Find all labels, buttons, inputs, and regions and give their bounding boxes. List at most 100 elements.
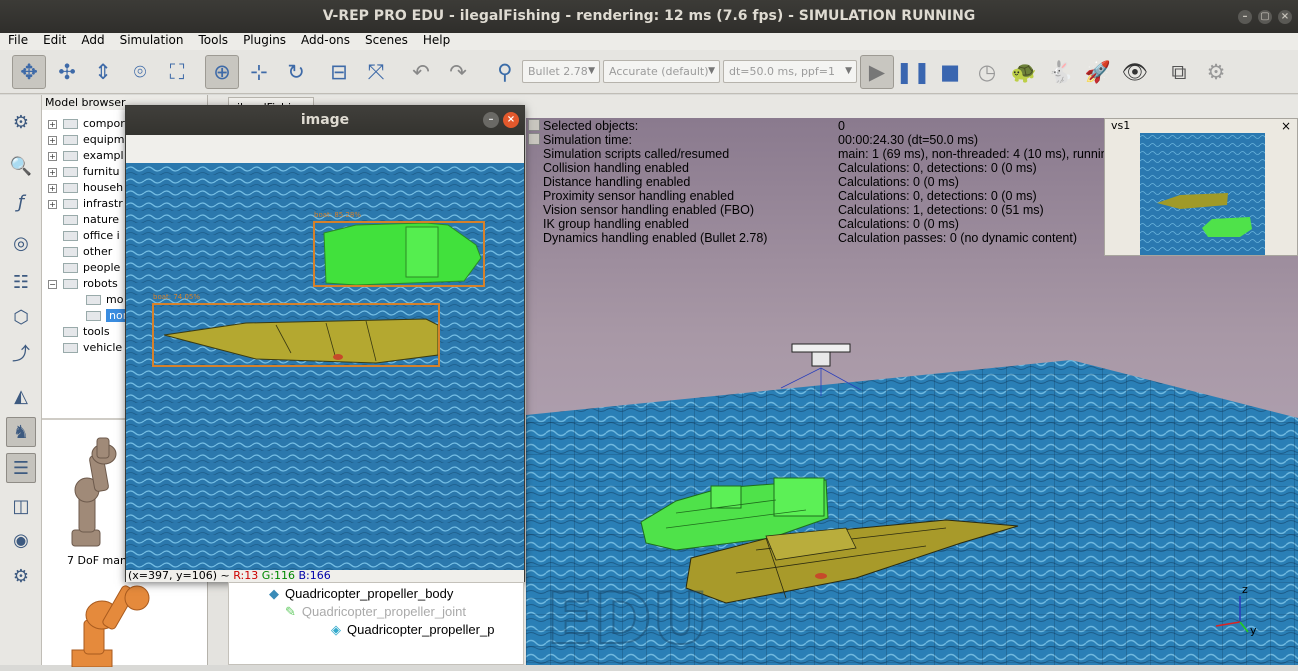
page-selector-icon[interactable]: ⧉	[1162, 55, 1196, 89]
camera-rotate-icon[interactable]: ✣	[50, 55, 84, 89]
folder-icon	[63, 343, 78, 353]
tree-item[interactable]: ◆ Quadricopter_propeller_body	[269, 585, 453, 603]
model-folder-label: vehicle	[83, 341, 123, 354]
video-recorder-icon[interactable]: ◉	[6, 525, 36, 555]
user-settings-icon[interactable]: ⚙	[6, 561, 36, 591]
model-folder-13[interactable]: tools	[48, 324, 110, 340]
play-icon[interactable]: ▶	[860, 55, 894, 89]
threaded-rendering-icon[interactable]: 🚀	[1081, 55, 1115, 89]
faster-icon[interactable]: 🐇	[1044, 55, 1078, 89]
menu-plugins[interactable]: Plugins	[235, 33, 293, 48]
path-edit-icon[interactable]: ⤴	[6, 338, 36, 368]
model-folder-11[interactable]: mo	[86, 292, 123, 308]
dynamics-icon[interactable]: ⚲	[488, 55, 522, 89]
expand-icon[interactable]: +	[48, 151, 57, 161]
selection-icon[interactable]: ◭	[6, 381, 36, 411]
pause-icon[interactable]: ❚❚	[895, 55, 930, 89]
model-folder-4[interactable]: + househ	[48, 180, 123, 196]
model-folder-1[interactable]: + equipm	[48, 132, 124, 148]
left-toolbar: ⚙ 🔍 ƒ ◎ ☷ ⬡ ⤴ ◭ ♞ ☰ ◫ ◉ ⚙	[0, 95, 42, 665]
model-folder-label: compor	[83, 117, 125, 130]
expand-icon[interactable]: +	[48, 199, 57, 209]
close-icon[interactable]: ×	[1278, 10, 1292, 24]
expand-icon[interactable]: +	[48, 167, 57, 177]
object-shift-icon[interactable]: ⊹	[242, 55, 276, 89]
close-icon[interactable]: ×	[503, 112, 519, 128]
folder-icon	[63, 215, 78, 225]
model-folder-0[interactable]: + compor	[48, 116, 125, 132]
menu-addons[interactable]: Add-ons	[293, 33, 357, 48]
functions-icon[interactable]: ƒ	[6, 187, 36, 217]
collections-icon[interactable]: ◎	[6, 228, 36, 258]
model-folder-5[interactable]: + infrastr	[48, 196, 123, 212]
model-folder-label: nature	[83, 213, 120, 226]
model-folder-8[interactable]: other	[48, 244, 112, 260]
model-folder-label: househ	[83, 181, 124, 194]
expand-icon[interactable]: +	[48, 135, 57, 145]
physics-engine-select[interactable]: Bullet 2.78 ▼	[522, 60, 600, 83]
camera-angle-icon[interactable]: ⌾	[123, 55, 157, 89]
model-folder-12[interactable]: nor	[86, 308, 131, 324]
menu-tools[interactable]: Tools	[191, 33, 236, 48]
info-label: Selected objects:	[543, 119, 639, 133]
expand-icon[interactable]: +	[48, 119, 57, 129]
object-rotate-icon[interactable]: ↻	[279, 55, 313, 89]
main-toolbar: ✥ ✣ ⇕ ⌾ ⛶ ⊕ ⊹ ↻ ⊟ ⤧ ↶ ↷ ⚲ Bullet 2.78 ▼ A…	[0, 50, 1298, 94]
scripts-icon[interactable]: ☷	[6, 267, 36, 297]
camera-pan-icon[interactable]: ✥	[12, 55, 46, 89]
click-selection-icon[interactable]: ⊕	[205, 55, 239, 89]
model-folder-9[interactable]: people	[48, 260, 120, 276]
minimize-icon[interactable]: –	[1238, 10, 1252, 24]
realtime-icon[interactable]: ◷	[970, 55, 1004, 89]
stop-icon[interactable]: ■	[933, 55, 967, 89]
menu-scenes[interactable]: Scenes	[357, 33, 415, 48]
image-window[interactable]: image – × boat: 85.28% boat: 74.05% (x=3…	[125, 105, 525, 582]
camera-shift-icon[interactable]: ⇕	[86, 55, 120, 89]
folder-icon	[63, 327, 78, 337]
image-window-title-bar: image – ×	[126, 106, 524, 135]
fit-to-view-icon[interactable]: ⛶	[160, 55, 194, 89]
accuracy-select[interactable]: Accurate (default) ▼	[603, 60, 720, 83]
model-folder-10[interactable]: − robots	[48, 276, 118, 292]
simulation-settings-icon[interactable]: ⚙	[6, 107, 36, 137]
visualization-icon[interactable]: 👁	[1118, 55, 1152, 89]
assemble-icon[interactable]: ⊟	[322, 55, 356, 89]
tree-item[interactable]: ✎ Quadricopter_propeller_joint	[285, 603, 466, 621]
redo-icon[interactable]: ↷	[441, 55, 475, 89]
model-browser-icon[interactable]: ♞	[6, 417, 36, 447]
collapse-icon[interactable]: −	[48, 279, 57, 289]
timestep-select[interactable]: dt=50.0 ms, ppf=1 ▼	[723, 60, 857, 83]
vision-sensor-view[interactable]: vs1 ×	[1104, 118, 1298, 256]
maximize-icon[interactable]: ▢	[1258, 10, 1272, 24]
model-folder-2[interactable]: + exampl	[48, 148, 124, 164]
expand-icon[interactable]: +	[48, 183, 57, 193]
scene-selector-icon[interactable]: ⚙	[1199, 55, 1233, 89]
model-folder-3[interactable]: + furnitu	[48, 164, 120, 180]
model-folder-6[interactable]: nature	[48, 212, 119, 228]
slower-icon[interactable]: 🐢	[1007, 55, 1041, 89]
menu-add[interactable]: Add	[73, 33, 111, 48]
info-toggle-icon[interactable]	[528, 119, 540, 131]
transfer-dna-icon[interactable]: ⤧	[359, 55, 393, 89]
scene-hierarchy-icon[interactable]: ☰	[6, 453, 36, 483]
close-icon[interactable]: ×	[1281, 119, 1291, 133]
undo-icon[interactable]: ↶	[404, 55, 438, 89]
menu-simulation[interactable]: Simulation	[112, 33, 191, 48]
info-label: Vision sensor handling enabled (FBO)	[543, 203, 755, 217]
shape-edit-icon[interactable]: ⬡	[6, 302, 36, 332]
model-folder-label: exampl	[83, 149, 124, 162]
simulation-info-labels: Selected objects: Simulation time: Simulat…	[543, 119, 767, 245]
calculation-modules-icon[interactable]: 🔍	[6, 151, 36, 181]
model-folder-7[interactable]: office i	[48, 228, 120, 244]
info-toggle-icon[interactable]	[528, 133, 540, 145]
folder-icon	[63, 279, 78, 289]
layers-icon[interactable]: ◫	[6, 491, 36, 521]
joint-icon: ✎	[285, 604, 296, 619]
menu-file[interactable]: File	[0, 33, 35, 48]
menu-help[interactable]: Help	[415, 33, 457, 48]
tree-item[interactable]: ◈ Quadricopter_propeller_p	[331, 621, 494, 639]
menu-edit[interactable]: Edit	[35, 33, 73, 48]
thumbnail-label: 7 DoF mani	[67, 554, 131, 567]
model-folder-14[interactable]: vehicle	[48, 340, 122, 356]
minimize-icon[interactable]: –	[483, 112, 499, 128]
